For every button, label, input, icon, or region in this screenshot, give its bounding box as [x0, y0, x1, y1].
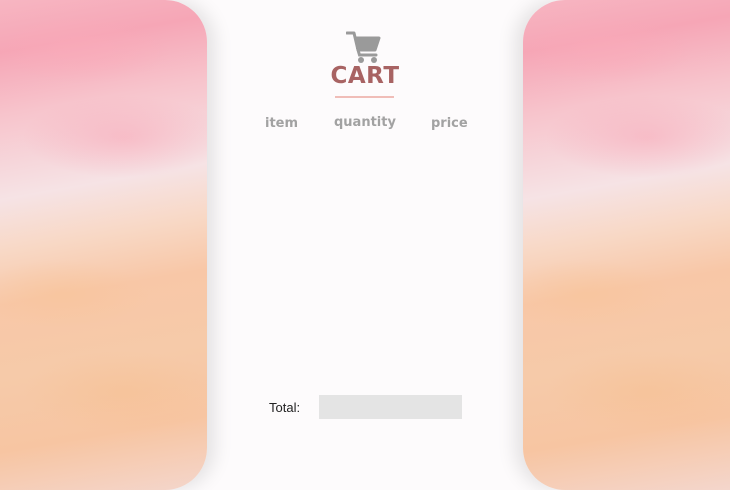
- column-header-price: price: [431, 116, 468, 131]
- left-decorative-panel: [0, 0, 207, 490]
- right-decorative-panel: [523, 0, 730, 490]
- page-title: CART: [330, 63, 400, 89]
- cart-container: CART item quantity price Total:: [207, 0, 523, 490]
- column-header-item: item: [265, 116, 299, 131]
- total-field[interactable]: [319, 395, 462, 419]
- total-label: Total:: [269, 400, 301, 415]
- title-underline: [335, 96, 394, 98]
- column-header-quantity: quantity: [334, 115, 396, 130]
- shopping-cart-icon: [346, 31, 381, 63]
